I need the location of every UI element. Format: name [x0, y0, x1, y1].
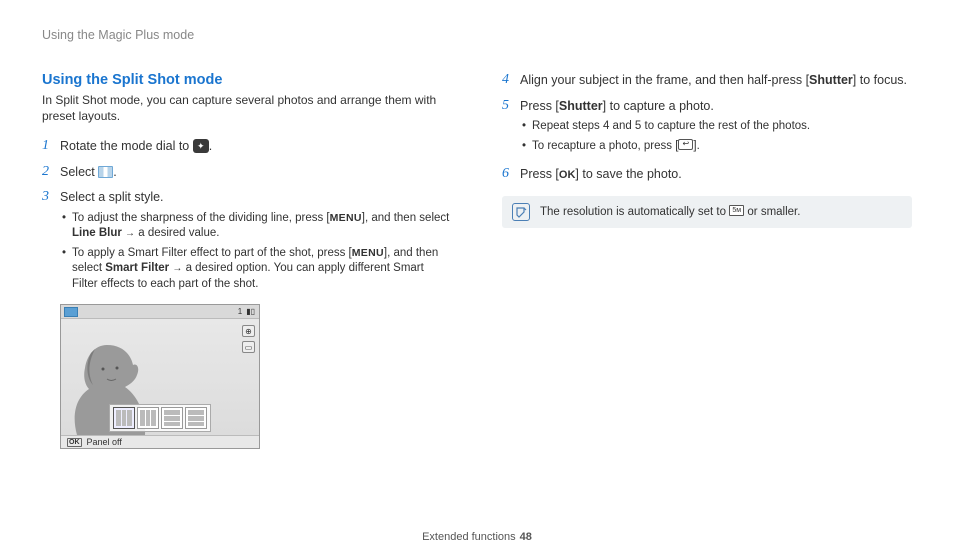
mockup-shot-count: 1	[238, 307, 242, 316]
step-3-bullet-2: To apply a Smart Filter effect to part o…	[60, 246, 452, 293]
mode-dial-icon: ✦	[193, 139, 209, 153]
note-icon	[512, 203, 530, 221]
page-number: 48	[520, 531, 532, 543]
mockup-top-bar: 1 ▮▯	[61, 305, 259, 319]
step-text: Press [	[520, 99, 559, 113]
left-column: Using the Split Shot mode In Split Shot …	[42, 72, 452, 449]
step-number: 2	[42, 164, 60, 182]
arrow-icon: →	[125, 228, 135, 239]
smart-filter-label: Smart Filter	[105, 262, 169, 274]
note-text-post: or smaller.	[744, 206, 800, 218]
bullet-text: To adjust the sharpness of the dividing …	[72, 212, 330, 224]
step-number: 5	[502, 98, 520, 159]
step-text: Select	[60, 165, 98, 179]
shutter-label: Shutter	[809, 73, 853, 87]
line-blur-label: Line Blur	[72, 227, 122, 239]
mockup-bottom-bar: OK Panel off	[61, 435, 259, 448]
note-text-pre: The resolution is automatically set to	[540, 206, 729, 218]
mockup-side-icons: ⊕ ▭	[242, 325, 255, 353]
step-number: 4	[502, 72, 520, 90]
step-4: 4 Align your subject in the frame, and t…	[502, 72, 912, 90]
step-5: 5 Press [Shutter] to capture a photo. Re…	[502, 98, 912, 159]
page-header: Using the Magic Plus mode	[42, 28, 912, 42]
arrow-icon: →	[172, 263, 182, 274]
mockup-mode-indicator-icon	[64, 307, 78, 317]
layout-3row-alt-button[interactable]	[185, 407, 207, 429]
step-text-suffix: .	[209, 139, 212, 153]
battery-icon: ▮▯	[246, 307, 255, 316]
section-title: Using the Split Shot mode	[42, 72, 452, 88]
bullet-text: To recapture a photo, press [	[532, 140, 678, 152]
ok-button-label: OK	[559, 169, 576, 181]
step-text: Rotate the mode dial to	[60, 139, 193, 153]
step-6: 6 Press [OK] to save the photo.	[502, 166, 912, 184]
step-3-bullet-1: To adjust the sharpness of the dividing …	[60, 211, 452, 242]
layout-3col-alt-button[interactable]	[137, 407, 159, 429]
bullet-text: ].	[693, 140, 699, 152]
step-text: ] to save the photo.	[575, 167, 681, 181]
layout-toolbar	[109, 404, 211, 432]
bullet-text: ], and then select	[362, 212, 450, 224]
note-box: The resolution is automatically set to 5…	[502, 196, 912, 228]
right-column: 4 Align your subject in the frame, and t…	[502, 72, 912, 449]
step-text: Press [	[520, 167, 559, 181]
step-text: ] to focus.	[853, 73, 907, 87]
resolution-icon: 5м	[729, 205, 744, 216]
step-text-suffix: .	[113, 165, 116, 179]
step-1: 1 Rotate the mode dial to ✦.	[42, 138, 452, 156]
step-5-bullet-2: To recapture a photo, press [↩].	[520, 139, 912, 155]
step-number: 1	[42, 138, 60, 156]
layout-3row-button[interactable]	[161, 407, 183, 429]
step-text: Select a split style.	[60, 190, 164, 204]
step-3: 3 Select a split style. To adjust the sh…	[42, 189, 452, 296]
step-number: 3	[42, 189, 60, 296]
split-shot-icon	[98, 166, 113, 178]
footer-label: Extended functions	[422, 531, 516, 543]
globe-icon: ⊕	[242, 325, 255, 337]
camera-screen-mockup: 1 ▮▯ ⊕ ▭	[60, 304, 260, 449]
page-footer: Extended functions 48	[0, 531, 954, 543]
aspect-icon: ▭	[242, 341, 255, 353]
shutter-label: Shutter	[559, 99, 603, 113]
bullet-text: To apply a Smart Filter effect to part o…	[72, 247, 352, 259]
step-text: ] to capture a photo.	[603, 99, 714, 113]
section-intro: In Split Shot mode, you can capture seve…	[42, 92, 452, 124]
layout-3col-button[interactable]	[113, 407, 135, 429]
return-icon: ↩	[678, 139, 693, 150]
step-text: Align your subject in the frame, and the…	[520, 73, 809, 87]
menu-button-label: MENU	[352, 247, 384, 259]
bullet-text: a desired value.	[135, 227, 219, 239]
step-5-bullet-1: Repeat steps 4 and 5 to capture the rest…	[520, 119, 912, 135]
step-number: 6	[502, 166, 520, 184]
step-2: 2 Select .	[42, 164, 452, 182]
menu-button-label: MENU	[330, 212, 362, 224]
ok-icon: OK	[67, 438, 82, 447]
panel-off-label: Panel off	[87, 437, 122, 447]
